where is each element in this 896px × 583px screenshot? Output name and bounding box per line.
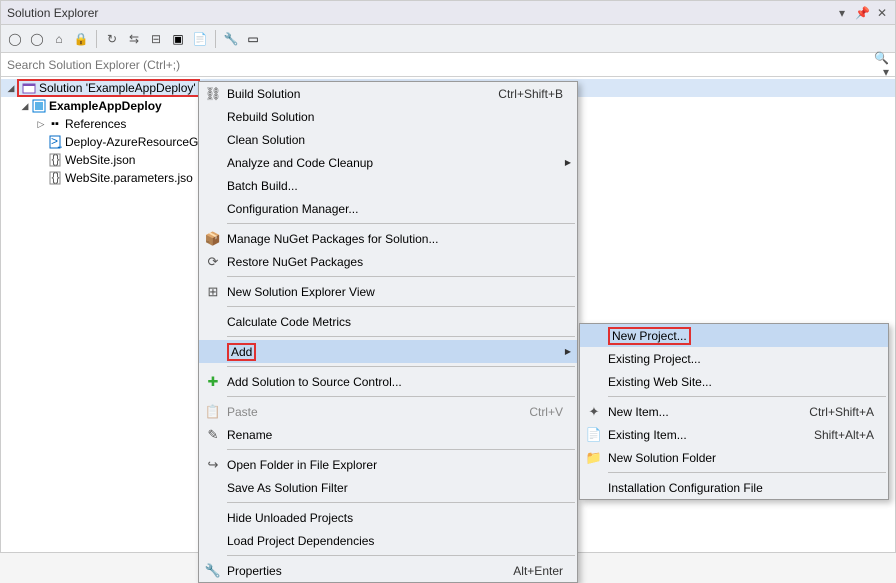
context-menu-add: New Project... Existing Project... Exist…	[579, 323, 889, 500]
menu-batch[interactable]: Batch Build...	[199, 174, 577, 197]
menu-paste[interactable]: 📋PasteCtrl+V	[199, 400, 577, 423]
menu-add[interactable]: Add▶	[199, 340, 577, 363]
separator	[215, 30, 216, 48]
project-label: ExampleAppDeploy	[49, 99, 162, 113]
svg-text:{}: {}	[52, 171, 60, 184]
toolbar: ◯ ◯ ⌂ 🔒 ↻ ⇆ ⊟ ▣ 📄 🔧 ▭	[1, 25, 895, 53]
restore-icon: ⟳	[199, 254, 227, 270]
window-icon: ⊞	[199, 284, 227, 300]
menu-metrics[interactable]: Calculate Code Metrics	[199, 310, 577, 333]
rename-icon: ✎	[199, 427, 227, 443]
menu-rename[interactable]: ✎Rename	[199, 423, 577, 446]
menu-separator	[227, 336, 575, 337]
json-file-icon: {}	[47, 171, 63, 185]
svg-text:{}: {}	[52, 153, 60, 166]
title-bar: Solution Explorer ▾ 📌 ✕	[1, 1, 895, 25]
menu-hide-unloaded[interactable]: Hide Unloaded Projects	[199, 506, 577, 529]
search-input[interactable]	[7, 58, 873, 72]
home-button[interactable]: ⌂	[49, 29, 69, 49]
menu-separator	[227, 276, 575, 277]
refresh-button[interactable]: ↻	[102, 29, 122, 49]
menu-open-folder[interactable]: ↪Open Folder in File Explorer	[199, 453, 577, 476]
json-file-icon: {}	[47, 153, 63, 167]
title-bar-actions: ▾ 📌 ✕	[835, 6, 889, 20]
paste-icon: 📋	[199, 404, 227, 420]
solution-highlight: Solution 'ExampleAppDeploy'	[17, 79, 200, 97]
menu-nuget-manage[interactable]: 📦Manage NuGet Packages for Solution...	[199, 227, 577, 250]
menu-existing-item[interactable]: 📄Existing Item...Shift+Alt+A	[580, 423, 888, 446]
ps-file-icon: >_	[47, 135, 63, 149]
search-icon[interactable]: 🔍▾	[873, 51, 889, 79]
menu-new-project[interactable]: New Project...	[580, 324, 888, 347]
back-button[interactable]: ◯	[5, 29, 25, 49]
menu-separator	[227, 396, 575, 397]
svg-text:>_: >_	[51, 135, 62, 148]
pin-icon[interactable]: 📌	[855, 6, 869, 20]
menu-existing-project[interactable]: Existing Project...	[580, 347, 888, 370]
menu-analyze[interactable]: Analyze and Code Cleanup▶	[199, 151, 577, 174]
menu-nuget-restore[interactable]: ⟳Restore NuGet Packages	[199, 250, 577, 273]
menu-config[interactable]: Configuration Manager...	[199, 197, 577, 220]
menu-install-config[interactable]: Installation Configuration File	[580, 476, 888, 499]
menu-new-item[interactable]: ✦New Item...Ctrl+Shift+A	[580, 400, 888, 423]
solution-icon	[21, 81, 37, 95]
window-title: Solution Explorer	[7, 6, 835, 20]
wrench-button[interactable]: 🔧	[221, 29, 241, 49]
solution-label: Solution 'ExampleAppDeploy'	[39, 81, 196, 95]
properties-button[interactable]: ▭	[243, 29, 263, 49]
menu-new-folder[interactable]: 📁New Solution Folder	[580, 446, 888, 469]
collapse-button[interactable]: ⊟	[146, 29, 166, 49]
lock-button[interactable]: 🔒	[71, 29, 91, 49]
files-button[interactable]: 📄	[190, 29, 210, 49]
submenu-arrow-icon: ▶	[565, 347, 571, 356]
close-icon[interactable]: ✕	[875, 6, 889, 20]
build-icon: ⛓	[199, 86, 227, 102]
menu-separator	[227, 502, 575, 503]
plus-icon: ✚	[199, 374, 227, 390]
menu-separator	[608, 396, 886, 397]
sync-button[interactable]: ⇆	[124, 29, 144, 49]
menu-save-filter[interactable]: Save As Solution Filter	[199, 476, 577, 499]
file-label: Deploy-AzureResourceG	[65, 135, 198, 149]
search-bar[interactable]: 🔍▾	[1, 53, 895, 77]
nuget-icon: 📦	[199, 231, 227, 247]
folder-open-icon: ↪	[199, 457, 227, 473]
menu-separator	[227, 366, 575, 367]
folder-icon: 📁	[580, 450, 608, 466]
wrench-icon: 🔧	[199, 563, 227, 579]
menu-load-deps[interactable]: Load Project Dependencies	[199, 529, 577, 552]
dropdown-icon[interactable]: ▾	[835, 6, 849, 20]
expander-icon[interactable]: ◢	[5, 83, 17, 94]
menu-clean[interactable]: Clean Solution	[199, 128, 577, 151]
menu-separator	[608, 472, 886, 473]
file-label: WebSite.json	[65, 153, 135, 167]
file-label: WebSite.parameters.jso	[65, 171, 193, 185]
menu-existing-web[interactable]: Existing Web Site...	[580, 370, 888, 393]
menu-properties[interactable]: 🔧PropertiesAlt+Enter	[199, 559, 577, 582]
expander-icon[interactable]: ◢	[19, 101, 31, 112]
menu-separator	[227, 449, 575, 450]
show-all-button[interactable]: ▣	[168, 29, 188, 49]
forward-button[interactable]: ◯	[27, 29, 47, 49]
project-icon	[31, 99, 47, 113]
menu-build[interactable]: ⛓Build SolutionCtrl+Shift+B	[199, 82, 577, 105]
menu-source-control[interactable]: ✚Add Solution to Source Control...	[199, 370, 577, 393]
menu-separator	[227, 306, 575, 307]
existing-item-icon: 📄	[580, 427, 608, 443]
expander-icon[interactable]: ▷	[35, 119, 47, 130]
menu-separator	[227, 555, 575, 556]
references-label: References	[65, 117, 126, 131]
menu-rebuild[interactable]: Rebuild Solution	[199, 105, 577, 128]
separator	[96, 30, 97, 48]
menu-new-view[interactable]: ⊞New Solution Explorer View	[199, 280, 577, 303]
context-menu-solution: ⛓Build SolutionCtrl+Shift+B Rebuild Solu…	[198, 81, 578, 583]
references-icon: ▪▪	[47, 117, 63, 131]
new-item-icon: ✦	[580, 404, 608, 420]
menu-separator	[227, 223, 575, 224]
submenu-arrow-icon: ▶	[565, 158, 571, 167]
